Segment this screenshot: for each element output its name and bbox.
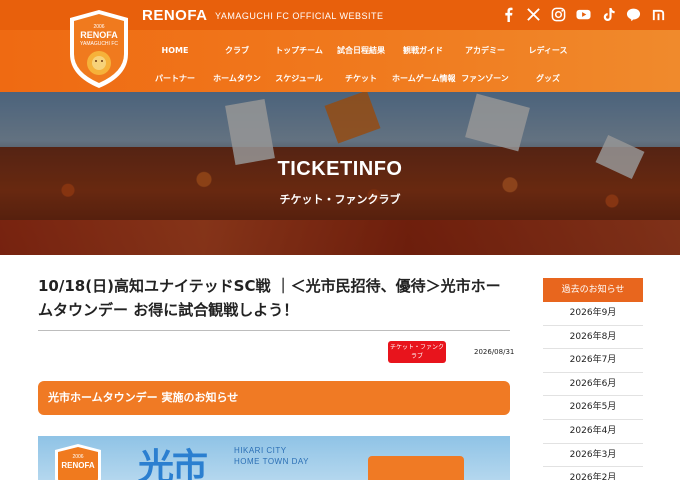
archive-item[interactable]: 2026年8月: [543, 326, 643, 350]
archive-item[interactable]: 2026年3月: [543, 444, 643, 468]
category-badge[interactable]: チケット・ファンクラブ: [388, 341, 446, 363]
line-icon[interactable]: [626, 6, 641, 22]
svg-text:RENOFA: RENOFA: [61, 461, 95, 470]
youtube-icon[interactable]: [576, 6, 591, 22]
hometown-day-poster: 2006 RENOFA 光市 HIKARI CITY HOME TOWN DAY: [38, 436, 510, 480]
article-date: 2026/08/31: [474, 348, 515, 356]
archive-item[interactable]: 2026年6月: [543, 373, 643, 397]
note-icon[interactable]: [651, 6, 666, 22]
poster-orange-panel: [368, 456, 464, 480]
archive-item[interactable]: 2026年7月: [543, 349, 643, 373]
svg-text:2006: 2006: [72, 454, 83, 460]
x-icon[interactable]: [526, 6, 541, 22]
hero-title: TICKETINFO: [277, 158, 403, 180]
poster-en-line-2: HOME TOWN DAY: [234, 457, 309, 466]
nav-item-goods[interactable]: グッズ: [516, 73, 580, 84]
archive-item[interactable]: 2026年9月: [543, 302, 643, 326]
hero-subtitle: チケット・ファンクラブ: [279, 193, 401, 206]
brand-subtitle: YAMAGUCHI FC OFFICIAL WEBSITE: [215, 11, 384, 21]
hero-banner: TICKETINFO チケット・ファンクラブ: [0, 92, 680, 255]
article: 10/18(日)高知ユナイテッドSC戦 ｜＜光市民招待、優待＞光市ホームタウンデ…: [38, 274, 514, 415]
nav-row-1: HOME クラブ トップチーム 試合日程結果 観戦ガイド アカデミー レディース: [144, 36, 624, 64]
article-title: 10/18(日)高知ユナイテッドSC戦 ｜＜光市民招待、優待＞光市ホームタウンデ…: [38, 277, 501, 319]
nav-item-match-schedule[interactable]: 試合日程結果: [330, 45, 392, 56]
archive-sidebar: 過去のお知らせ 2026年9月 2026年8月 2026年7月 2026年6月 …: [543, 278, 643, 480]
nav-item-ticket[interactable]: チケット: [330, 73, 392, 84]
poster-city-name: 光市: [138, 447, 208, 480]
tiktok-icon[interactable]: [601, 6, 616, 22]
nav-item-club[interactable]: クラブ: [206, 45, 268, 56]
archive-heading: 過去のお知らせ: [543, 278, 643, 302]
svg-text:YAMAGUCHI FC: YAMAGUCHI FC: [80, 41, 118, 47]
archive-item[interactable]: 2026年2月: [543, 467, 643, 480]
nav-item-home[interactable]: HOME: [144, 46, 206, 55]
instagram-icon[interactable]: [551, 6, 566, 22]
nav-item-home-game[interactable]: ホームゲーム情報: [392, 73, 456, 84]
archive-item[interactable]: 2026年5月: [543, 396, 643, 420]
club-crest-logo[interactable]: 2006 RENOFA YAMAGUCHI FC: [66, 8, 132, 90]
social-links: [501, 6, 666, 22]
nav-item-fanzone[interactable]: ファンゾーン: [454, 73, 516, 84]
nav-row-2: パートナー ホームタウン スケジュール チケット ホームゲーム情報 ファンゾーン…: [144, 64, 624, 92]
svg-text:RENOFA: RENOFA: [80, 30, 118, 40]
nav-item-academy[interactable]: アカデミー: [454, 45, 516, 56]
main-nav: HOME クラブ トップチーム 試合日程結果 観戦ガイド アカデミー レディース…: [144, 36, 624, 92]
section-heading: 光市ホームタウンデー 実施のお知らせ: [38, 381, 510, 415]
poster-en-line-1: HIKARI CITY: [234, 446, 287, 455]
archive-item[interactable]: 2026年4月: [543, 420, 643, 444]
nav-item-hometown[interactable]: ホームタウン: [206, 73, 268, 84]
nav-item-top-team[interactable]: トップチーム: [268, 45, 330, 56]
club-crest-logo: 2006 RENOFA: [55, 444, 101, 480]
facebook-icon[interactable]: [501, 6, 516, 22]
nav-item-ladies[interactable]: レディース: [516, 45, 580, 56]
brand-name[interactable]: RENOFA: [142, 7, 208, 24]
article-meta: チケット・ファンクラブ 2026/08/31: [38, 331, 514, 371]
site-header: 2006 RENOFA YAMAGUCHI FC RENOFA YAMAGUCH…: [0, 0, 680, 92]
nav-item-guide[interactable]: 観戦ガイド: [392, 45, 454, 56]
nav-item-partner[interactable]: パートナー: [144, 73, 206, 84]
nav-item-schedule[interactable]: スケジュール: [268, 73, 330, 84]
